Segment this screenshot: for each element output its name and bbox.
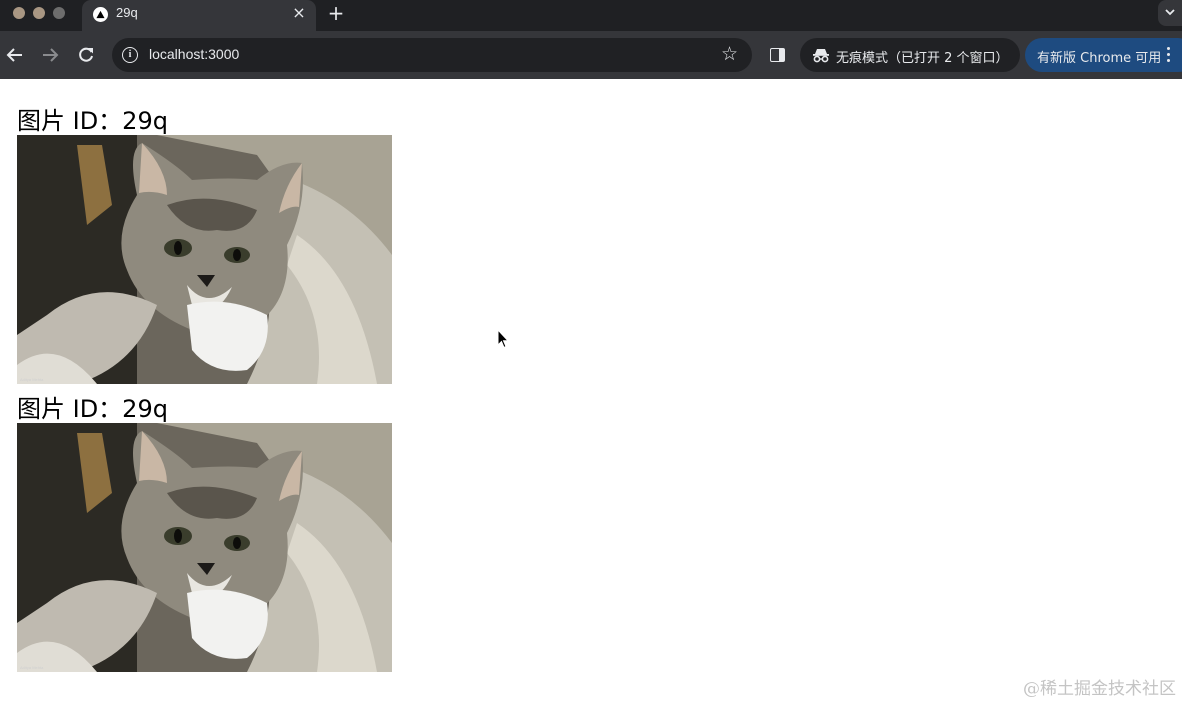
- photo-caption: Aditya Mehta: [20, 377, 44, 382]
- tab-close-icon[interactable]: ×: [291, 5, 307, 21]
- triangle-favicon-icon: [93, 7, 108, 22]
- window-minimize-button[interactable]: [33, 7, 45, 19]
- update-label: 有新版 Chrome 可用: [1037, 51, 1162, 66]
- side-panel-icon[interactable]: [770, 48, 785, 62]
- image-block: 图片 ID：29q Aditya Mehta: [17, 107, 392, 384]
- tab-search-button[interactable]: [1158, 0, 1182, 26]
- back-arrow-icon[interactable]: [4, 44, 26, 66]
- bookmark-star-icon[interactable]: ☆: [721, 44, 738, 64]
- chrome-update-button[interactable]: 有新版 Chrome 可用: [1025, 38, 1182, 72]
- tab-strip: 29q × +: [0, 0, 1182, 31]
- chevron-down-icon: [1165, 9, 1175, 16]
- reload-icon[interactable]: [75, 44, 97, 66]
- url-text[interactable]: localhost:3000: [149, 46, 239, 62]
- new-tab-icon[interactable]: +: [327, 3, 345, 23]
- incognito-indicator[interactable]: 无痕模式（已打开 2 个窗口）: [800, 38, 1020, 72]
- incognito-icon: [813, 49, 829, 63]
- more-menu-icon[interactable]: [1167, 47, 1171, 65]
- kitten-photo: Aditya Mehta: [17, 135, 392, 384]
- mouse-cursor-icon: [497, 329, 509, 349]
- image-id-heading: 图片 ID：29q: [17, 107, 168, 135]
- window-close-button[interactable]: [13, 7, 25, 19]
- address-bar[interactable]: i localhost:3000 ☆: [112, 38, 752, 72]
- kitten-photo: Aditya Mehta: [17, 423, 392, 672]
- watermark-text: @稀土掘金技术社区: [1023, 679, 1176, 699]
- window-maximize-button[interactable]: [53, 7, 65, 19]
- page-content: 图片 ID：29q Aditya Mehta 图片 ID：29q Aditya …: [0, 79, 1182, 705]
- tab-title: 29q: [116, 5, 138, 20]
- forward-arrow-icon[interactable]: [39, 44, 61, 66]
- site-info-icon[interactable]: i: [122, 47, 138, 63]
- browser-toolbar: i localhost:3000 ☆ 无痕模式（已打开 2 个窗口） 有新版 C…: [0, 31, 1182, 79]
- tab-active[interactable]: 29q ×: [82, 0, 316, 31]
- image-id-heading: 图片 ID：29q: [17, 395, 168, 423]
- photo-caption: Aditya Mehta: [20, 665, 44, 670]
- incognito-label: 无痕模式（已打开 2 个窗口）: [836, 51, 1009, 66]
- image-block: 图片 ID：29q Aditya Mehta: [17, 395, 392, 672]
